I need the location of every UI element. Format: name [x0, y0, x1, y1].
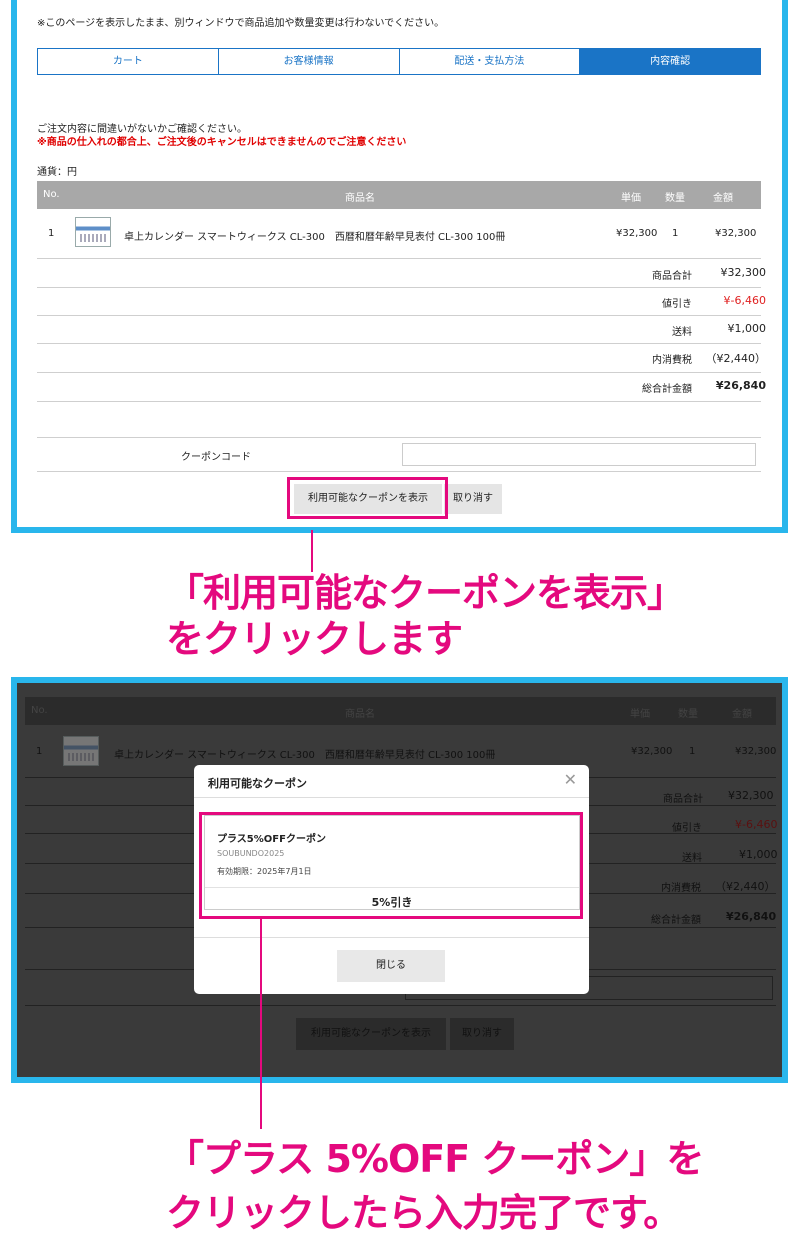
close-icon[interactable]: ✕ [564, 770, 577, 789]
dim-item-qty: 1 [689, 746, 696, 757]
dim-item-name: 卓上カレンダー スマートウィークス CL-300 西暦和暦年齢早見表付 CL-3… [114, 750, 496, 761]
coupon-code-label: クーポンコード [181, 452, 251, 463]
callout-2-line-1: 「プラス 5%OFF クーポン」を [166, 1137, 704, 1181]
notice-text: ※このページを表示したまま、別ウィンドウで商品追加や数量変更は行わないでください… [37, 18, 445, 29]
header-name: 商品名 [345, 193, 375, 204]
dim-header-unit-price: 単価 [630, 709, 650, 720]
dim-subtotal-value: ¥32,300 [728, 789, 774, 802]
dim-tax-value: （¥2,440） [715, 880, 776, 893]
subtotal-value: ¥32,300 [720, 266, 767, 279]
step-shipping-payment[interactable]: 配送・支払方法 [399, 49, 581, 74]
dim-shipping-value: ¥1,000 [739, 848, 778, 861]
dim-header-amount: 金額 [732, 709, 752, 720]
callout-1-line-1: 「利用可能なクーポンを表示」 [166, 571, 685, 615]
coupon-code-input[interactable] [402, 443, 756, 466]
dim-discount-value: ¥-6,460 [735, 818, 778, 831]
currency-note: 通貨：円 [37, 167, 77, 178]
dim-shipping-label: 送料 [682, 853, 702, 864]
cancel-coupon-button[interactable]: 取り消す [444, 484, 502, 514]
step-confirm: 内容確認 [580, 49, 760, 74]
dim-header-name: 商品名 [345, 709, 375, 720]
dim-header-qty: 数量 [678, 709, 698, 720]
dim-product-thumbnail [63, 736, 99, 766]
item-amount: ¥32,300 [715, 228, 757, 239]
dim-total-label: 総合計金額 [651, 915, 701, 926]
callout-2-line-2: クリックしたら入力完了です。 [166, 1191, 681, 1235]
step-cart[interactable]: カート [38, 49, 219, 74]
checkout-confirm-panel: ※このページを表示したまま、別ウィンドウで商品追加や数量変更は行わないでください… [11, 0, 788, 533]
pointer-line [311, 530, 313, 572]
shipping-label: 送料 [672, 327, 692, 338]
step-customer-info[interactable]: お客様情報 [218, 49, 400, 74]
dim-show-coupons-button: 利用可能なクーポンを表示 [296, 1018, 446, 1050]
checkout-steps: カート お客様情報 配送・支払方法 内容確認 [37, 48, 761, 75]
callout-1-line-2: をクリックします [166, 617, 463, 661]
modal-close-button[interactable]: 閉じる [337, 950, 445, 982]
item-name: 卓上カレンダー スマートウィークス CL-300 西暦和暦年齢早見表付 CL-3… [124, 232, 506, 243]
dim-discount-label: 値引き [672, 823, 702, 834]
header-qty: 数量 [665, 193, 685, 204]
header-unit-price: 単価 [621, 193, 641, 204]
dim-tax-label: 内消費税 [661, 883, 701, 894]
total-label: 総合計金額 [642, 384, 692, 395]
item-qty: 1 [672, 228, 679, 239]
item-unit-price: ¥32,300 [616, 228, 658, 239]
warning-text: ※商品の仕入れの都合上、ご注文後のキャンセルはできませんのでご注意ください [37, 137, 407, 148]
total-value: ¥26,840 [715, 379, 766, 392]
dim-total-value: ¥26,840 [726, 910, 777, 923]
dim-table-header: No. 商品名 単価 数量 金額 [25, 697, 776, 725]
dim-item-no: 1 [36, 746, 43, 757]
pointer-line-2 [260, 917, 262, 1129]
item-no: 1 [48, 228, 55, 239]
header-amount: 金額 [713, 193, 733, 204]
product-thumbnail [75, 217, 111, 247]
dim-cancel-coupon-button: 取り消す [450, 1018, 514, 1050]
tax-value: （¥2,440） [705, 352, 767, 365]
coupon-modal: 利用可能なクーポン ✕ プラス5%OFFクーポン SOUBUNDO2025 有効… [194, 765, 589, 994]
table-header: No. 商品名 単価 数量 金額 [37, 181, 761, 209]
coupon-modal-panel: No. 商品名 単価 数量 金額 1 卓上カレンダー スマートウィークス CL-… [11, 677, 788, 1083]
dim-subtotal-label: 商品合計 [663, 794, 703, 805]
modal-title: 利用可能なクーポン [208, 777, 307, 790]
highlight-frame [287, 477, 448, 519]
header-no: No. [43, 189, 60, 200]
tax-label: 内消費税 [652, 355, 692, 366]
discount-label: 値引き [662, 299, 692, 310]
discount-value: ¥-6,460 [723, 294, 766, 307]
subtotal-label: 商品合計 [652, 271, 692, 282]
dim-header-no: No. [31, 705, 48, 716]
coupon-highlight-frame [199, 812, 583, 919]
shipping-value: ¥1,000 [727, 322, 767, 335]
dim-item-unit-price: ¥32,300 [631, 746, 673, 757]
dim-item-amount: ¥32,300 [735, 746, 777, 757]
